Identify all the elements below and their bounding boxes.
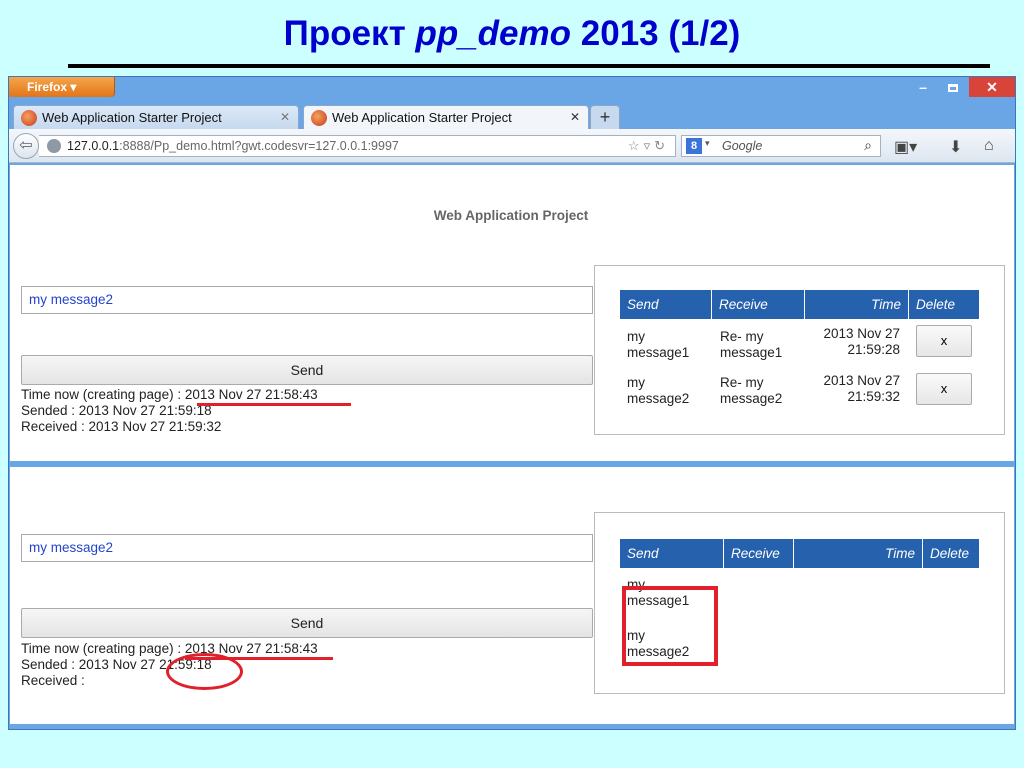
firefox-menu-button[interactable]: Firefox ▾ bbox=[9, 77, 115, 97]
delete-button[interactable]: x bbox=[916, 373, 972, 405]
home-icon[interactable]: ⌂ bbox=[984, 137, 994, 155]
messages-panel: Send Receive Time Delete my message1 my me… bbox=[594, 512, 1005, 694]
close-tab-icon[interactable]: ✕ bbox=[280, 110, 290, 124]
cell-time: 2013 Nov 27 21:59:32 bbox=[823, 373, 900, 404]
firefox-window: Firefox ▾ – ✕ Web Application Starter Pr… bbox=[8, 76, 1016, 730]
page-content-after: my message2 Send Time now (creating page… bbox=[10, 467, 1014, 724]
received-text: Received : bbox=[21, 673, 85, 688]
slide-title: Проект pp_demo 2013 (1/2) bbox=[0, 14, 1024, 54]
reload-icon[interactable]: ↻ bbox=[654, 138, 669, 153]
sended-text: Sended : 2013 Nov 27 21:59:18 bbox=[21, 403, 212, 418]
app-title: Web Application Project bbox=[433, 208, 589, 223]
cell-send: my message1 bbox=[627, 329, 690, 360]
table-header: Send Receive Time Delete bbox=[620, 290, 980, 319]
bookmarks-icon[interactable]: ▣▾ bbox=[894, 137, 917, 157]
header-delete: Delete bbox=[909, 290, 980, 319]
header-time: Time bbox=[794, 539, 923, 568]
circle-annotation bbox=[166, 653, 243, 690]
page-content-before: Web Application Project my message2 Send… bbox=[10, 165, 1014, 461]
tab-title: Web Application Starter Project bbox=[332, 110, 512, 125]
cell-time: 2013 Nov 27 21:59:28 bbox=[823, 326, 900, 357]
table-header: Send Receive Time Delete bbox=[620, 539, 980, 568]
tab-2[interactable]: Web Application Starter Project ✕ bbox=[303, 105, 589, 130]
gwt-favicon-icon bbox=[21, 110, 37, 126]
underline-annotation bbox=[197, 403, 351, 406]
header-receive: Receive bbox=[724, 539, 794, 568]
header-send: Send bbox=[620, 290, 712, 319]
message-input[interactable]: my message2 bbox=[21, 534, 593, 562]
maximize-icon bbox=[948, 84, 958, 92]
message-input[interactable]: my message2 bbox=[21, 286, 593, 314]
title-underline bbox=[68, 64, 990, 68]
url-rest: :8888/Pp_demo.html?gwt.codesvr=127.0.0.1… bbox=[119, 139, 399, 153]
dropdown-icon[interactable]: ▿ bbox=[644, 138, 655, 153]
cell-receive: Re- my message2 bbox=[720, 375, 783, 406]
close-button[interactable]: ✕ bbox=[969, 77, 1015, 97]
download-icon[interactable]: ⬇ bbox=[949, 137, 962, 157]
delete-button[interactable]: x bbox=[916, 325, 972, 357]
navigation-toolbar: ⇦ 127.0.0.1:8888/Pp_demo.html?gwt.codesv… bbox=[9, 129, 1015, 163]
box-annotation bbox=[622, 586, 718, 666]
header-send: Send bbox=[620, 539, 724, 568]
url-bar[interactable]: 127.0.0.1:8888/Pp_demo.html?gwt.codesvr=… bbox=[39, 135, 676, 157]
tab-title: Web Application Starter Project bbox=[42, 110, 222, 125]
search-placeholder: Google bbox=[722, 139, 763, 153]
title-italic: pp_demo bbox=[415, 14, 572, 53]
search-box[interactable]: 8 ▾ Google ⌕ bbox=[681, 135, 881, 157]
url-host: 127.0.0.1 bbox=[67, 139, 120, 153]
cell-receive: Re- my message1 bbox=[720, 329, 783, 360]
send-button[interactable]: Send bbox=[21, 355, 593, 385]
chevron-down-icon[interactable]: ▾ bbox=[705, 138, 710, 149]
title-suffix: 2013 (1/2) bbox=[580, 14, 741, 53]
new-tab-button[interactable]: + bbox=[590, 105, 620, 129]
globe-icon bbox=[47, 139, 61, 153]
google-icon: 8 bbox=[686, 138, 702, 154]
maximize-button[interactable] bbox=[939, 77, 967, 97]
gwt-favicon-icon bbox=[311, 110, 327, 126]
header-time: Time bbox=[805, 290, 909, 319]
time-now-text: Time now (creating page) : 2013 Nov 27 2… bbox=[21, 641, 318, 656]
send-button[interactable]: Send bbox=[21, 608, 593, 638]
close-tab-icon[interactable]: ✕ bbox=[570, 110, 580, 124]
minimize-button[interactable]: – bbox=[909, 77, 937, 97]
header-receive: Receive bbox=[712, 290, 805, 319]
star-icon[interactable]: ☆ bbox=[628, 138, 644, 153]
header-delete: Delete bbox=[923, 539, 980, 568]
search-icon[interactable]: ⌕ bbox=[864, 137, 872, 154]
back-arrow-icon[interactable]: ⇦ bbox=[13, 133, 39, 159]
tab-1[interactable]: Web Application Starter Project ✕ bbox=[13, 105, 299, 129]
time-now-text: Time now (creating page) : 2013 Nov 27 2… bbox=[21, 387, 318, 402]
cell-send: my message2 bbox=[627, 375, 690, 406]
received-text: Received : 2013 Nov 27 21:59:32 bbox=[21, 419, 222, 434]
title-prefix: Проект bbox=[283, 14, 406, 53]
messages-panel: Send Receive Time Delete my message1 Re- … bbox=[594, 265, 1005, 435]
